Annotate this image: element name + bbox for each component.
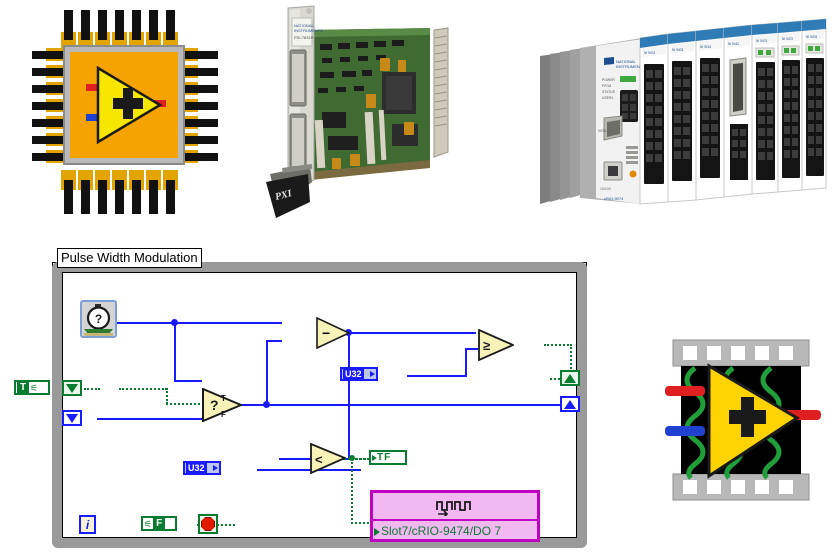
stop-terminal[interactable]	[198, 514, 218, 534]
svg-text:T: T	[221, 394, 226, 403]
wire-tnow-to-subtract	[116, 322, 282, 324]
wire-lt-down-to-io	[351, 458, 353, 524]
fpga-r-series-icon	[655, 322, 827, 522]
wire-lt-into-io	[351, 522, 369, 524]
svg-text:NI 9403: NI 9403	[672, 48, 683, 52]
digital-waveform-icon	[436, 501, 471, 516]
fpga-io-channel-text: Slot7/cRIO-9474/DO 7	[381, 523, 502, 538]
wire-subtract-out	[348, 332, 476, 334]
svg-text:cRIO-9074: cRIO-9074	[604, 196, 624, 201]
tf-pwm-constant[interactable]: U32	[340, 367, 378, 381]
less-than-node[interactable]: <	[310, 443, 346, 474]
th-pwm-constant[interactable]: U32	[183, 461, 221, 475]
wire-subtract-branch-down	[348, 332, 350, 460]
th-pwm-constant-value: U32	[186, 463, 207, 473]
wire-tfpwm-out	[407, 375, 467, 377]
svg-text:NI 9474: NI 9474	[644, 51, 655, 55]
svg-text:NI 9472: NI 9472	[782, 37, 793, 41]
wire-ton-to-select	[97, 418, 205, 420]
false-constant-value: F	[153, 518, 166, 529]
svg-text:INSTRUMENTS: INSTRUMENTS	[294, 28, 323, 33]
wire-sr-out-h1	[119, 388, 167, 390]
wire-tnow-branch-down	[174, 322, 176, 382]
svg-text:10/100: 10/100	[600, 187, 611, 191]
svg-text:POWER: POWER	[602, 78, 615, 82]
shift-register-left-numeric[interactable]	[62, 410, 82, 426]
svg-text:NI 9474: NI 9474	[756, 39, 767, 43]
iteration-terminal[interactable]: i	[79, 515, 96, 534]
labview-chip-icon	[18, 8, 230, 216]
crio-chassis-photo: NATIONAL INSTRUMENTS POWER FPGA STATUS USE…	[534, 14, 830, 224]
wire-select-up-to-subtract	[266, 342, 268, 404]
wire-sr-out-h2	[166, 403, 204, 405]
shift-register-right-boolean[interactable]	[560, 370, 580, 386]
svg-text:FPGA: FPGA	[602, 84, 612, 88]
boolean-switch-icon: ⚟	[30, 382, 39, 393]
shift-register-down-icon	[66, 383, 78, 393]
shift-register-up-icon-2	[564, 399, 576, 409]
subtract-node[interactable]: −	[316, 317, 350, 349]
svg-text:USER1: USER1	[602, 96, 613, 100]
shift-register-down-icon-2	[66, 413, 78, 423]
subtract-glyph: −	[322, 325, 331, 341]
wire-tnow-branch-to-select	[174, 380, 202, 382]
pwm-output-indicator-value: TF	[377, 452, 392, 463]
pxi-card-graphic: NATIONAL INSTRUMENTS PXI-7831R PXI	[266, 5, 449, 218]
svg-text:NI 9215: NI 9215	[700, 45, 711, 49]
pxi-card-photo: NATIONAL INSTRUMENTS PXI-7831R PXI	[252, 2, 470, 224]
svg-text:NI 9411: NI 9411	[728, 42, 739, 46]
crio-chassis-graphic: NATIONAL INSTRUMENTS POWERFPGA STATUSUSE…	[540, 18, 827, 205]
fpga-icon-graphic	[665, 339, 821, 501]
shift-register-right-numeric[interactable]	[560, 396, 580, 412]
svg-text:SERIAL: SERIAL	[598, 129, 611, 133]
select-node[interactable]: ? T F	[202, 388, 242, 422]
true-constant[interactable]: T ⚟	[14, 380, 50, 395]
svg-text:≥: ≥	[483, 338, 490, 353]
true-constant-value: T	[17, 382, 30, 393]
wire-select-to-shift-register	[266, 404, 568, 406]
boolean-switch-icon-2: ⚟	[144, 518, 153, 529]
wire-true-to-shift-register	[84, 388, 100, 390]
fpga-io-node-header	[373, 493, 537, 521]
block-diagram-title: Pulse Width Modulation	[57, 248, 202, 268]
wire-sr-out-v	[166, 388, 168, 404]
pwm-output-indicator[interactable]: TF	[369, 450, 407, 465]
chip-icon-graphic	[32, 10, 218, 214]
stop-sign-icon	[201, 517, 215, 531]
tf-pwm-constant-value: U32	[343, 369, 364, 379]
fpga-io-node[interactable]: Slot7/cRIO-9474/DO 7	[370, 490, 540, 542]
greater-equal-node[interactable]: ≥	[478, 329, 514, 361]
wire-tfpwm-up	[465, 350, 467, 377]
wire-tfpwm-into-ge	[465, 348, 478, 350]
shift-register-up-icon	[564, 373, 576, 383]
svg-text:?: ?	[210, 397, 219, 413]
tick-count-vi[interactable]: ?	[80, 300, 117, 338]
svg-text:F: F	[221, 410, 226, 419]
wire-ge-out-h	[544, 344, 572, 346]
svg-text:STATUS: STATUS	[602, 90, 616, 94]
svg-text:?: ?	[95, 312, 102, 326]
svg-text:<: <	[315, 452, 323, 467]
wire-lt-to-tf	[355, 458, 369, 460]
svg-text:NI 9476: NI 9476	[806, 35, 817, 39]
svg-text:PXI-7831R: PXI-7831R	[294, 35, 314, 40]
wire-select-into-subtract	[266, 340, 282, 342]
shift-register-left-boolean[interactable]	[62, 380, 82, 396]
block-diagram: Pulse Width Modulation Tnow	[14, 248, 587, 548]
false-constant[interactable]: ⚟ F	[141, 516, 177, 531]
stopwatch-icon: ?	[82, 302, 115, 336]
fpga-io-node-channel-row[interactable]: Slot7/cRIO-9474/DO 7	[373, 521, 537, 541]
